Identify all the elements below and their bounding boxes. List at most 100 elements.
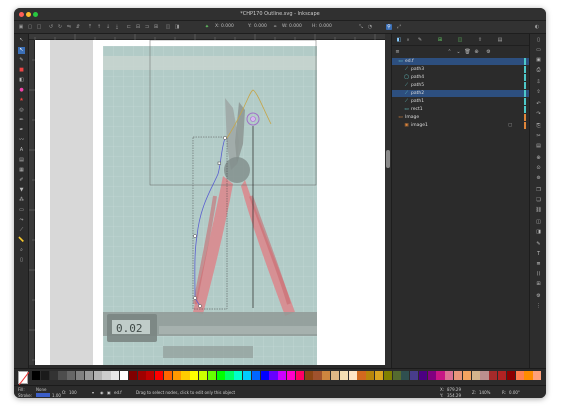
palette-swatch[interactable]: [357, 371, 366, 380]
palette-swatch[interactable]: [93, 371, 102, 380]
palette-swatch[interactable]: [445, 371, 454, 380]
h-value[interactable]: 0.000: [319, 24, 332, 29]
layer-lock-icon[interactable]: ▣: [107, 390, 111, 395]
palette-swatch[interactable]: [32, 371, 41, 380]
export-icon[interactable]: ⇧: [535, 89, 542, 96]
raise-icon[interactable]: ↑: [96, 24, 102, 30]
zoom-tool-icon[interactable]: ⌕: [18, 247, 25, 254]
new-document-icon[interactable]: ▯: [535, 37, 542, 44]
palette-swatch[interactable]: [287, 371, 296, 380]
palette-swatch[interactable]: [392, 371, 401, 380]
zoom-page-icon[interactable]: ⊚: [535, 175, 542, 182]
palette-swatch[interactable]: [313, 371, 322, 380]
no-paint-swatch[interactable]: [18, 371, 30, 386]
palette-swatch[interactable]: [506, 371, 515, 380]
palette-swatch[interactable]: [111, 371, 120, 380]
paint-bucket-tool-icon[interactable]: ▼: [18, 187, 25, 194]
node-handle[interactable]: [217, 161, 221, 165]
w-value[interactable]: 0.000: [289, 24, 302, 29]
fill-stroke-icon[interactable]: ✎: [535, 241, 542, 248]
move-down-icon[interactable]: ⌄: [455, 48, 462, 56]
pivot-center-node[interactable]: [250, 116, 256, 122]
lock-icon[interactable]: ▢: [508, 122, 512, 129]
palette-swatch[interactable]: [137, 371, 146, 380]
select-all-layers-icon[interactable]: ▢: [27, 24, 33, 30]
node-handle[interactable]: [198, 304, 202, 308]
layer-row-image[interactable]: ▭ Image: [392, 114, 530, 121]
palette-swatch[interactable]: [374, 371, 384, 380]
palette-swatch[interactable]: [234, 371, 243, 380]
palette-swatch[interactable]: [436, 371, 445, 380]
palette-swatch[interactable]: [366, 371, 375, 380]
layer-selector-icon[interactable]: ▾: [92, 390, 94, 395]
dropper-tool-icon[interactable]: ✐: [18, 177, 25, 184]
connector-tool-icon[interactable]: ⤳: [18, 217, 25, 224]
object-row-path2[interactable]: ⟋ path2: [392, 90, 530, 97]
palette-swatch[interactable]: [498, 371, 507, 380]
palette-swatch[interactable]: [260, 371, 269, 380]
zoom-selection-icon[interactable]: ⊕: [535, 155, 542, 162]
palette-swatch[interactable]: [216, 371, 225, 380]
palette-swatch[interactable]: [172, 371, 181, 380]
distribute-icon[interactable]: ⊞: [153, 24, 159, 30]
text-font-icon[interactable]: T: [535, 251, 542, 258]
palette-swatch[interactable]: [383, 371, 392, 380]
palette-swatch[interactable]: [84, 371, 93, 380]
palette-swatch[interactable]: [348, 371, 357, 380]
palette-swatch[interactable]: [304, 371, 313, 380]
tab-align-icon[interactable]: ⊞: [436, 36, 444, 44]
ellipse-tool-icon[interactable]: ●: [18, 87, 25, 94]
align-right-icon[interactable]: ⊐: [144, 24, 150, 30]
node-handle[interactable]: [193, 234, 197, 238]
rotate-cw-icon[interactable]: ↻: [57, 24, 63, 30]
measure-tool-icon[interactable]: 📏: [18, 237, 25, 244]
cut-icon[interactable]: ✂: [535, 133, 542, 140]
palette-swatch[interactable]: [128, 371, 137, 380]
eraser-tool-icon[interactable]: ▭: [18, 207, 25, 214]
text-tool-icon[interactable]: A: [18, 147, 25, 154]
palette-swatch[interactable]: [269, 371, 278, 380]
palette-swatch[interactable]: [251, 371, 260, 380]
more-icon[interactable]: ⋮: [535, 303, 542, 310]
layer-eye-icon[interactable]: ◉: [100, 390, 104, 395]
rotate-ccw-icon[interactable]: ↺: [48, 24, 54, 30]
open-icon[interactable]: ▭: [535, 47, 542, 54]
snap-icon[interactable]: ✦: [204, 24, 210, 30]
palette-swatch[interactable]: [427, 371, 436, 380]
mesh-tool-icon[interactable]: ▦: [18, 167, 25, 174]
pencil-tool-icon[interactable]: ✏: [18, 117, 25, 124]
settings-icon[interactable]: ⚙: [485, 48, 492, 56]
palette-swatch[interactable]: [225, 371, 234, 380]
tab-close-icon[interactable]: ×: [404, 36, 412, 44]
palette-swatch[interactable]: [471, 371, 480, 380]
snap-options-icon[interactable]: ⤢: [396, 24, 402, 30]
palette-swatch[interactable]: [278, 371, 287, 380]
ungroup-icon[interactable]: ◨: [174, 24, 180, 30]
object-row-path5[interactable]: ⟋ path5: [392, 82, 530, 89]
palette-swatch[interactable]: [243, 371, 252, 380]
selector-tool-icon[interactable]: ↖: [18, 37, 25, 44]
palette-swatch[interactable]: [322, 371, 331, 380]
copy-icon[interactable]: ⎘: [535, 123, 542, 130]
transform-scale-icon[interactable]: ⤡: [358, 24, 364, 30]
zoom-drawing-icon[interactable]: ⊙: [535, 165, 542, 172]
transform-round-icon[interactable]: ◔: [367, 24, 373, 30]
align-left-icon[interactable]: ⊏: [126, 24, 132, 30]
save-icon[interactable]: ▣: [535, 57, 542, 64]
gradient-tool-icon[interactable]: ▤: [18, 157, 25, 164]
duplicate-icon[interactable]: ❐: [535, 187, 542, 194]
ungroup-cmd-icon[interactable]: ◨: [535, 229, 542, 236]
pen-tool-icon[interactable]: ✒: [18, 127, 25, 134]
tab-fill-stroke-icon[interactable]: ✎: [416, 36, 424, 44]
palette-swatch[interactable]: [199, 371, 208, 380]
object-row-path4[interactable]: ◯ path4: [392, 74, 530, 81]
drawing-canvas[interactable]: 0.02: [35, 40, 385, 365]
import-icon[interactable]: ⇩: [535, 79, 542, 86]
preferences-icon[interactable]: ⚙: [535, 293, 542, 300]
lock-ratio-icon[interactable]: ⚭: [272, 24, 278, 30]
layer-row-edf[interactable]: ▭ ed.f: [392, 58, 530, 65]
palette-swatch[interactable]: [533, 371, 542, 380]
calligraphy-tool-icon[interactable]: 〰: [18, 137, 25, 144]
tweak-tool-icon[interactable]: ✎: [18, 57, 25, 64]
palette-swatch[interactable]: [489, 371, 498, 380]
